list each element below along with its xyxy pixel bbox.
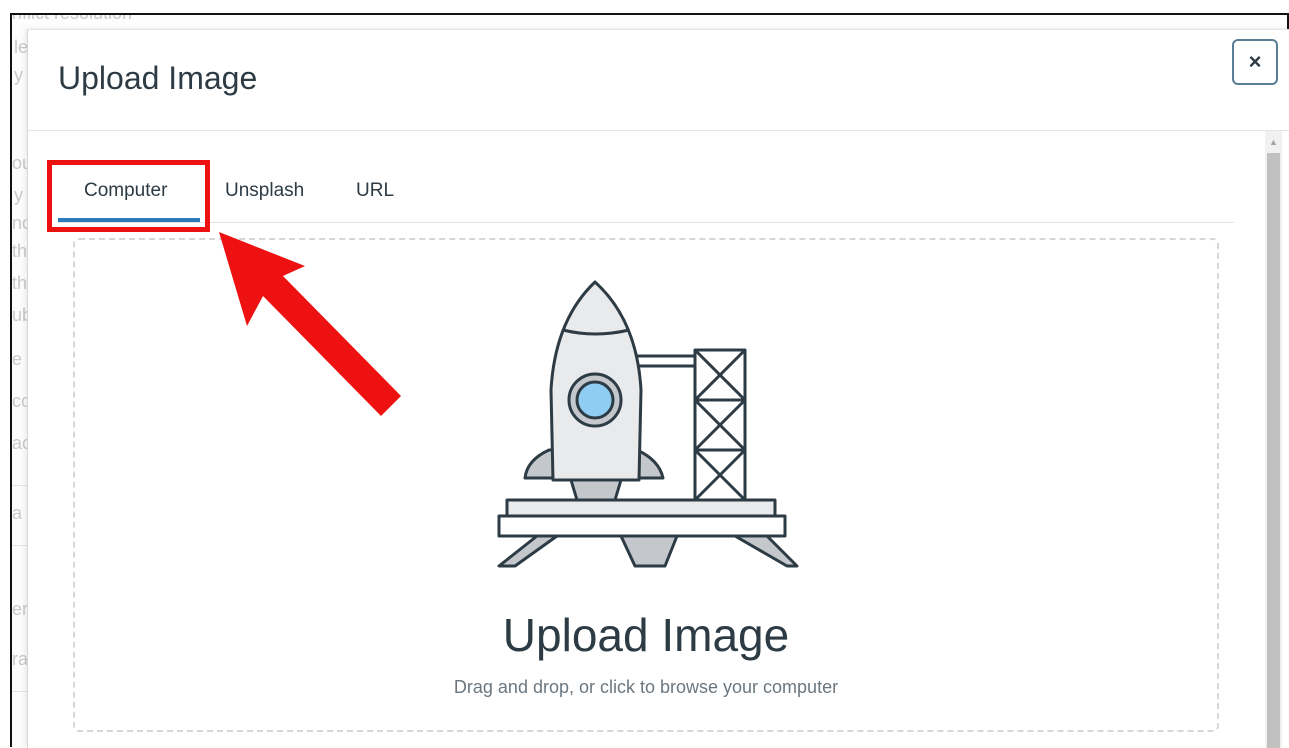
- background-text: th: [12, 273, 28, 293]
- dropzone-title: Upload Image: [502, 609, 790, 661]
- source-tabs: Computer Unsplash URL: [58, 162, 1234, 223]
- close-button[interactable]: ×: [1232, 39, 1278, 85]
- red-pointer-arrow-icon: [219, 232, 401, 416]
- tab-url[interactable]: URL: [356, 180, 394, 202]
- background-text: y: [14, 185, 23, 205]
- background-text: ra: [12, 649, 29, 669]
- dialog-scrollbar[interactable]: ▲: [1265, 131, 1282, 748]
- background-text: nflict resolution: [12, 13, 133, 23]
- dropzone-instructions: Drag and drop, or click to browse your c…: [453, 677, 839, 697]
- tab-unsplash[interactable]: Unsplash: [225, 180, 304, 202]
- background-text: a: [12, 503, 23, 523]
- scrollbar-thumb[interactable]: [1267, 153, 1280, 748]
- dialog-header: Upload Image ×: [28, 30, 1289, 131]
- rocket-launchpad-icon: [497, 280, 799, 568]
- background-text: le: [14, 37, 29, 57]
- close-icon: ×: [1248, 49, 1262, 74]
- background-text: th: [12, 241, 28, 261]
- background-text: er: [12, 599, 29, 619]
- background-text: y: [14, 65, 23, 85]
- tab-computer[interactable]: Computer: [84, 180, 167, 202]
- selected-tab-indicator: [58, 218, 200, 222]
- scroll-up-icon[interactable]: ▲: [1265, 135, 1282, 149]
- dialog-title: Upload Image: [58, 60, 258, 96]
- background-text: e: [12, 349, 23, 369]
